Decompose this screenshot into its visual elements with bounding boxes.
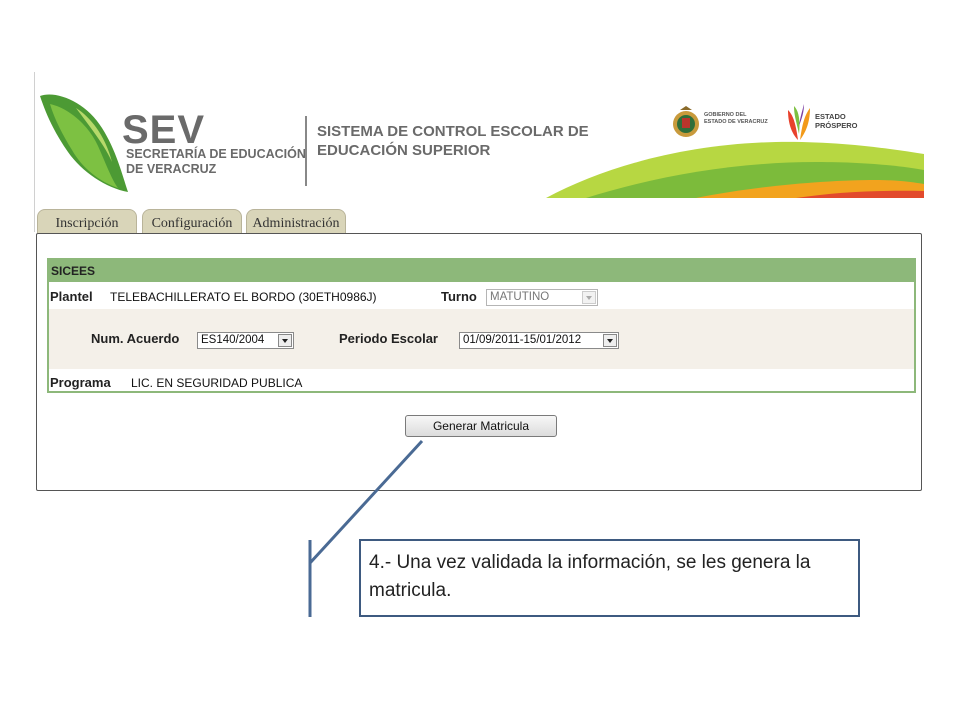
- instruction-callout: 4.- Una vez validada la información, se …: [359, 539, 860, 617]
